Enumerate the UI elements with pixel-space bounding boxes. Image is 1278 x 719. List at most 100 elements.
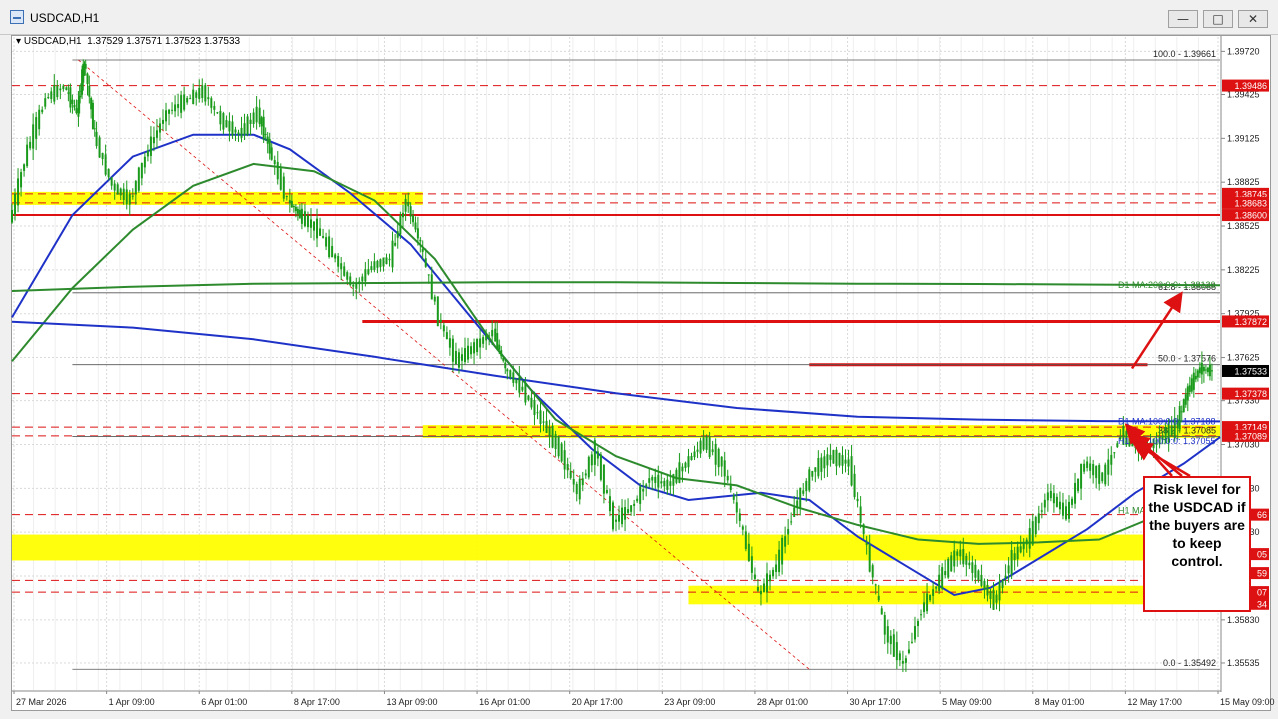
candle-body [956,551,959,556]
candle-body [192,89,195,105]
candle-body [687,456,690,468]
candle-body [590,454,593,466]
candle-body [62,85,65,90]
candle-body [941,567,944,589]
candle-body [17,178,20,206]
candle-body [1083,463,1086,472]
candle-body [639,486,642,504]
candle-body [98,137,101,158]
candle-body [414,222,417,230]
time-tick-label: 1 Apr 09:00 [109,697,155,707]
candle-body [445,332,448,340]
candle-body [162,119,164,124]
candle-body [334,254,337,259]
candle-body [820,457,823,472]
candle-body [319,228,322,236]
candle-body [328,236,331,258]
candle-body [889,635,892,645]
candle-body [1080,463,1083,489]
candle-body [986,584,989,596]
candle-body [288,200,291,204]
candle-body [557,436,560,457]
candle-body [627,509,630,513]
candle-body [316,218,319,239]
candle-body [382,257,385,267]
candle-body [207,97,210,100]
candle-body [1192,372,1195,390]
candle-body [669,481,672,486]
fib-label: 100.0 - 1.39661 [1153,49,1216,59]
candle-body [460,354,463,361]
candle-body [883,615,886,635]
candle-body [1202,366,1205,372]
candle-body [273,160,276,165]
candle-body [618,514,621,522]
candle-body [781,537,784,565]
candle-body [270,147,273,160]
candle-body [787,528,790,535]
candle-body [401,212,404,218]
candle-body [82,63,85,83]
candle-body [645,484,648,487]
candle-body [225,120,228,128]
candle-body [1052,493,1055,504]
candle-body [675,469,678,483]
candle-body [962,549,965,565]
candle-body [325,237,328,247]
candle-body [101,152,104,160]
candle-body [793,507,796,517]
time-tick-label: 6 Apr 01:00 [201,697,247,707]
ma-label: D1 MA:200:0:0: 1.38120 [1118,280,1216,290]
candle-body [518,377,521,393]
candle-body [874,584,877,586]
arrow-risk-3 [1131,441,1191,478]
candle-body [817,457,820,477]
candle-body [198,87,201,99]
candle-body [1206,367,1209,373]
candle-body [995,594,998,603]
candle-body [171,109,174,111]
candle-body [732,495,735,500]
candle-body [1058,501,1061,510]
candle-body [464,348,466,363]
candle-body [575,483,578,495]
candle-body [1049,490,1052,499]
candle-body [841,455,844,466]
candle-body [880,608,883,615]
time-tick-label: 30 Apr 17:00 [850,697,901,707]
candle-body [717,448,720,468]
candle-body [210,98,213,108]
price-chart[interactable]: 100.0 - 1.3966161.8 - 1.3806850.0 - 1.37… [0,0,1278,719]
candle-body [847,459,850,467]
candle-body [75,108,78,113]
candle-body [1040,510,1043,512]
candle-body [696,449,699,452]
candle-body [502,357,505,361]
price-tick-label: 1.37625 [1227,353,1260,363]
candle-body [714,443,717,465]
candle-body [370,266,373,270]
candle-body [195,92,198,98]
candle-body [832,450,835,464]
candle-body [1113,452,1116,454]
candle-body [331,245,334,258]
candle-body [476,338,479,353]
candle-body [346,272,349,280]
time-tick-label: 20 Apr 17:00 [572,697,623,707]
candle-body [726,475,729,481]
candle-body [551,425,554,448]
candle-body [699,440,702,454]
candle-body [850,456,853,486]
ohlc-values: 1.37529 1.37571 1.37523 1.37533 [87,36,241,47]
candle-body [548,427,551,437]
candle-body [252,112,255,124]
candle-body [1068,501,1070,519]
candle-body [249,119,252,124]
ma-label: H1 MA [1118,505,1146,515]
candle-body [1019,546,1022,553]
candle-body [856,498,859,502]
candle-body [479,338,482,348]
candle-body [509,370,512,378]
candle-body [228,120,231,132]
candle-body [504,362,507,369]
